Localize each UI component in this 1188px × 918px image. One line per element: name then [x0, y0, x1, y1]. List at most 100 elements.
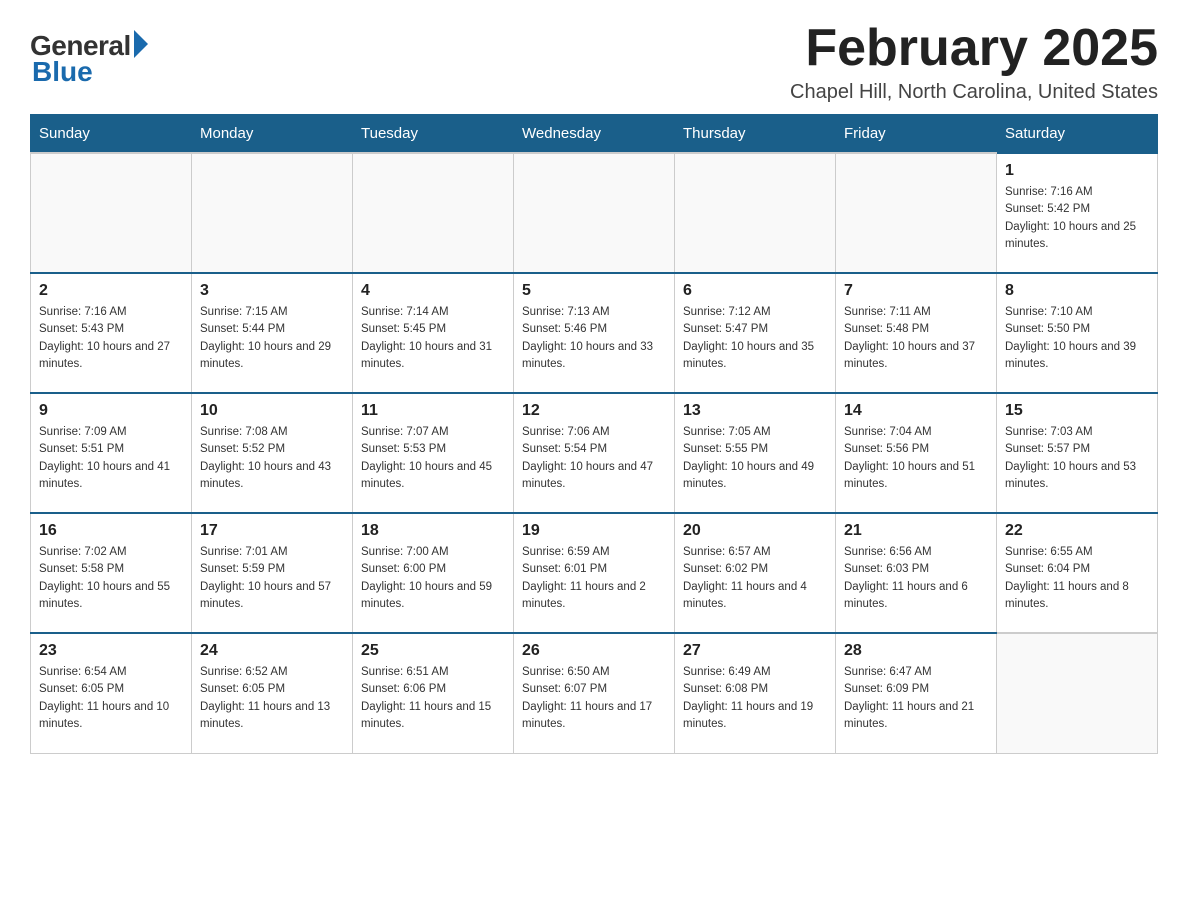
day-number: 19 [522, 522, 666, 540]
day-info: Sunrise: 6:57 AMSunset: 6:02 PMDaylight:… [683, 544, 827, 613]
day-number: 15 [1005, 402, 1149, 420]
calendar-cell: 10 Sunrise: 7:08 AMSunset: 5:52 PMDayligh… [192, 393, 353, 513]
page-header: General Blue February 2025 Chapel Hill, … [30, 20, 1158, 104]
logo-arrow-icon [134, 30, 148, 58]
calendar-cell: 14 Sunrise: 7:04 AMSunset: 5:56 PMDayligh… [836, 393, 997, 513]
day-number: 18 [361, 522, 505, 540]
day-info: Sunrise: 7:09 AMSunset: 5:51 PMDaylight:… [39, 424, 183, 493]
calendar-cell: 8 Sunrise: 7:10 AMSunset: 5:50 PMDaylight… [997, 273, 1158, 393]
day-number: 11 [361, 402, 505, 420]
day-number: 4 [361, 282, 505, 300]
calendar-cell: 6 Sunrise: 7:12 AMSunset: 5:47 PMDaylight… [675, 273, 836, 393]
calendar-cell [836, 153, 997, 273]
calendar-week-4: 16Sunrise: 7:02 AMSunset: 5:58 PMDayligh… [31, 513, 1158, 633]
day-info: Sunrise: 6:47 AMSunset: 6:09 PMDaylight:… [844, 664, 988, 733]
calendar-cell [997, 633, 1158, 753]
calendar-cell: 4Sunrise: 7:14 AMSunset: 5:45 PMDaylight… [353, 273, 514, 393]
day-info: Sunrise: 7:15 AMSunset: 5:44 PMDaylight:… [200, 304, 344, 373]
day-number: 5 [522, 282, 666, 300]
day-info: Sunrise: 7:01 AMSunset: 5:59 PMDaylight:… [200, 544, 344, 613]
weekday-header-saturday: Saturday [997, 115, 1158, 154]
day-number: 23 [39, 642, 183, 660]
calendar-week-3: 9 Sunrise: 7:09 AMSunset: 5:51 PMDaylight… [31, 393, 1158, 513]
calendar-cell: 5 Sunrise: 7:13 AMSunset: 5:46 PMDaylight… [514, 273, 675, 393]
calendar-cell: 24 Sunrise: 6:52 AMSunset: 6:05 PMDayligh… [192, 633, 353, 753]
calendar-cell: 28Sunrise: 6:47 AMSunset: 6:09 PMDayligh… [836, 633, 997, 753]
day-info: Sunrise: 6:59 AMSunset: 6:01 PMDaylight:… [522, 544, 666, 613]
calendar-cell [192, 153, 353, 273]
calendar-cell: 3 Sunrise: 7:15 AMSunset: 5:44 PMDaylight… [192, 273, 353, 393]
day-number: 22 [1005, 522, 1149, 540]
day-info: Sunrise: 7:06 AMSunset: 5:54 PMDaylight:… [522, 424, 666, 493]
calendar-cell [514, 153, 675, 273]
day-info: Sunrise: 7:08 AMSunset: 5:52 PMDaylight:… [200, 424, 344, 493]
calendar-cell: 25 Sunrise: 6:51 AMSunset: 6:06 PMDayligh… [353, 633, 514, 753]
calendar-cell: 27 Sunrise: 6:49 AMSunset: 6:08 PMDayligh… [675, 633, 836, 753]
day-number: 17 [200, 522, 344, 540]
day-number: 21 [844, 522, 988, 540]
day-number: 12 [522, 402, 666, 420]
calendar-cell: 19 Sunrise: 6:59 AMSunset: 6:01 PMDayligh… [514, 513, 675, 633]
calendar-table: SundayMondayTuesdayWednesdayThursdayFrid… [30, 114, 1158, 754]
day-info: Sunrise: 6:51 AMSunset: 6:06 PMDaylight:… [361, 664, 505, 733]
calendar-cell: 1Sunrise: 7:16 AMSunset: 5:42 PMDaylight… [997, 153, 1158, 273]
calendar-header-row: SundayMondayTuesdayWednesdayThursdayFrid… [31, 115, 1158, 154]
weekday-header-monday: Monday [192, 115, 353, 154]
day-info: Sunrise: 6:49 AMSunset: 6:08 PMDaylight:… [683, 664, 827, 733]
day-number: 14 [844, 402, 988, 420]
calendar-week-1: 1Sunrise: 7:16 AMSunset: 5:42 PMDaylight… [31, 153, 1158, 273]
calendar-cell: 16Sunrise: 7:02 AMSunset: 5:58 PMDayligh… [31, 513, 192, 633]
calendar-cell: 17 Sunrise: 7:01 AMSunset: 5:59 PMDayligh… [192, 513, 353, 633]
weekday-header-wednesday: Wednesday [514, 115, 675, 154]
calendar-cell [31, 153, 192, 273]
day-info: Sunrise: 7:05 AMSunset: 5:55 PMDaylight:… [683, 424, 827, 493]
day-info: Sunrise: 7:10 AMSunset: 5:50 PMDaylight:… [1005, 304, 1149, 373]
calendar-cell [353, 153, 514, 273]
day-info: Sunrise: 7:13 AMSunset: 5:46 PMDaylight:… [522, 304, 666, 373]
calendar-cell: 11 Sunrise: 7:07 AMSunset: 5:53 PMDayligh… [353, 393, 514, 513]
calendar-cell: 26 Sunrise: 6:50 AMSunset: 6:07 PMDayligh… [514, 633, 675, 753]
logo-blue-text: Blue [32, 56, 93, 88]
day-info: Sunrise: 6:54 AMSunset: 6:05 PMDaylight:… [39, 664, 183, 733]
weekday-header-tuesday: Tuesday [353, 115, 514, 154]
day-number: 20 [683, 522, 827, 540]
day-number: 10 [200, 402, 344, 420]
day-info: Sunrise: 7:16 AMSunset: 5:43 PMDaylight:… [39, 304, 183, 373]
calendar-cell: 18 Sunrise: 7:00 AMSunset: 6:00 PMDayligh… [353, 513, 514, 633]
month-title: February 2025 [790, 20, 1158, 77]
day-number: 27 [683, 642, 827, 660]
day-info: Sunrise: 7:11 AMSunset: 5:48 PMDaylight:… [844, 304, 988, 373]
day-info: Sunrise: 7:00 AMSunset: 6:00 PMDaylight:… [361, 544, 505, 613]
calendar-cell [675, 153, 836, 273]
day-info: Sunrise: 7:12 AMSunset: 5:47 PMDaylight:… [683, 304, 827, 373]
title-section: February 2025 Chapel Hill, North Carolin… [790, 20, 1158, 104]
weekday-header-friday: Friday [836, 115, 997, 154]
day-number: 25 [361, 642, 505, 660]
calendar-week-5: 23 Sunrise: 6:54 AMSunset: 6:05 PMDayligh… [31, 633, 1158, 753]
day-info: Sunrise: 6:52 AMSunset: 6:05 PMDaylight:… [200, 664, 344, 733]
location-subtitle: Chapel Hill, North Carolina, United Stat… [790, 81, 1158, 104]
calendar-cell: 13 Sunrise: 7:05 AMSunset: 5:55 PMDayligh… [675, 393, 836, 513]
day-number: 7 [844, 282, 988, 300]
day-info: Sunrise: 7:02 AMSunset: 5:58 PMDaylight:… [39, 544, 183, 613]
day-number: 9 [39, 402, 183, 420]
day-number: 26 [522, 642, 666, 660]
day-info: Sunrise: 6:50 AMSunset: 6:07 PMDaylight:… [522, 664, 666, 733]
calendar-cell: 9 Sunrise: 7:09 AMSunset: 5:51 PMDaylight… [31, 393, 192, 513]
day-number: 24 [200, 642, 344, 660]
calendar-cell: 2Sunrise: 7:16 AMSunset: 5:43 PMDaylight… [31, 273, 192, 393]
day-number: 6 [683, 282, 827, 300]
calendar-cell: 21Sunrise: 6:56 AMSunset: 6:03 PMDayligh… [836, 513, 997, 633]
day-info: Sunrise: 7:07 AMSunset: 5:53 PMDaylight:… [361, 424, 505, 493]
day-info: Sunrise: 7:16 AMSunset: 5:42 PMDaylight:… [1005, 184, 1149, 253]
day-number: 3 [200, 282, 344, 300]
calendar-cell: 22Sunrise: 6:55 AMSunset: 6:04 PMDayligh… [997, 513, 1158, 633]
day-number: 13 [683, 402, 827, 420]
day-number: 8 [1005, 282, 1149, 300]
calendar-cell: 23 Sunrise: 6:54 AMSunset: 6:05 PMDayligh… [31, 633, 192, 753]
calendar-week-2: 2Sunrise: 7:16 AMSunset: 5:43 PMDaylight… [31, 273, 1158, 393]
calendar-cell: 20 Sunrise: 6:57 AMSunset: 6:02 PMDayligh… [675, 513, 836, 633]
calendar-cell: 15Sunrise: 7:03 AMSunset: 5:57 PMDayligh… [997, 393, 1158, 513]
day-info: Sunrise: 7:04 AMSunset: 5:56 PMDaylight:… [844, 424, 988, 493]
calendar-cell: 7 Sunrise: 7:11 AMSunset: 5:48 PMDaylight… [836, 273, 997, 393]
